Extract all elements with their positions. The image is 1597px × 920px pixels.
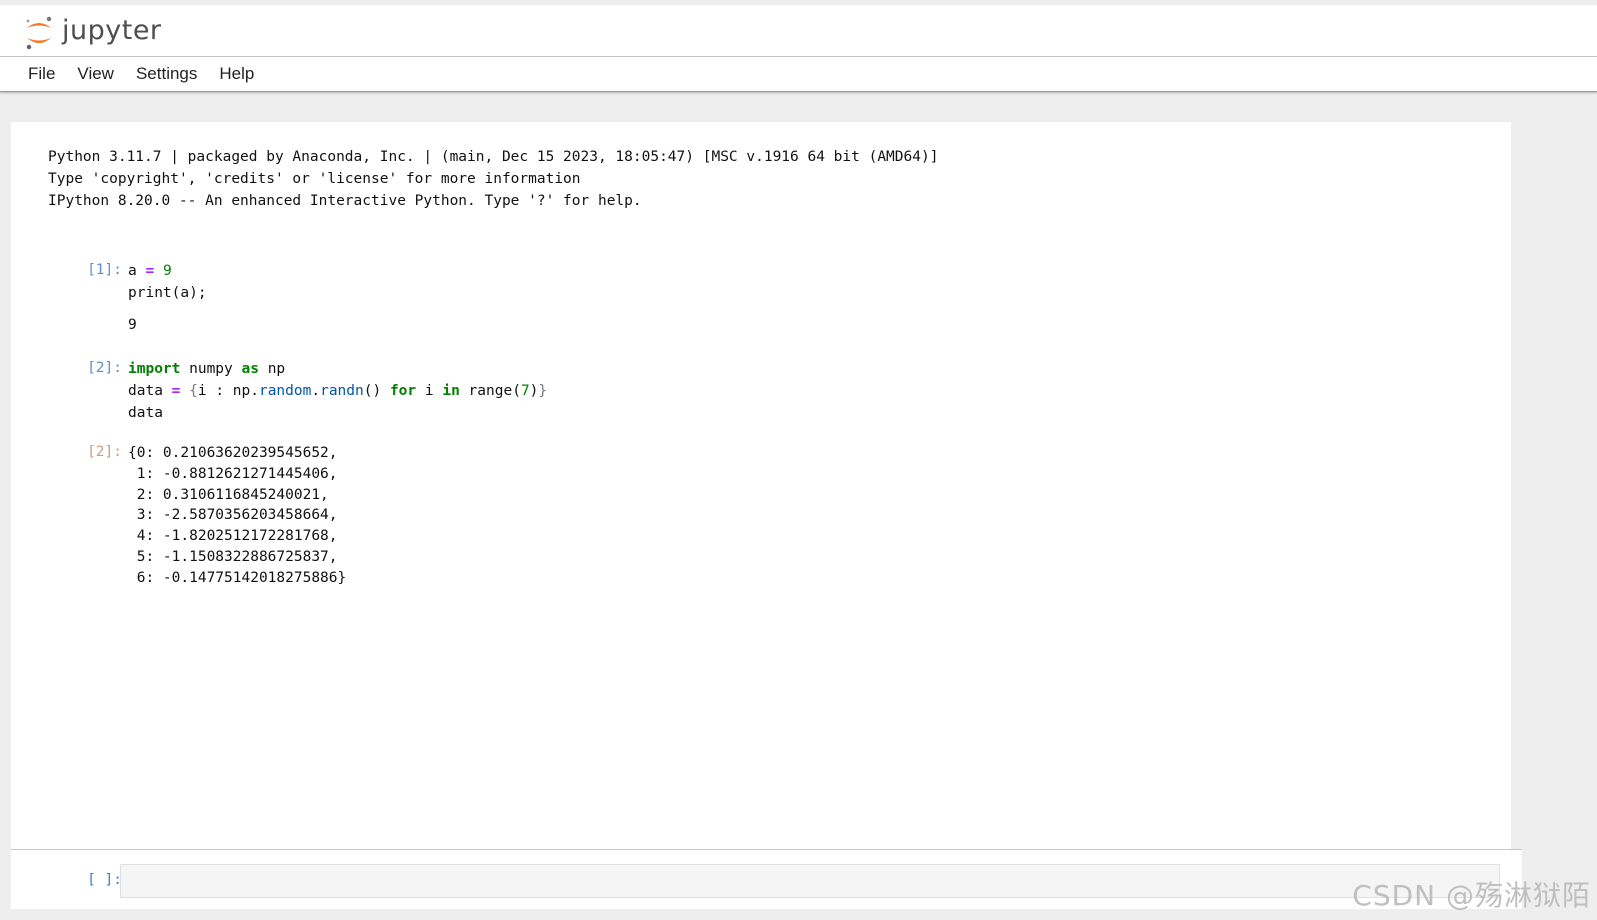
menu-settings[interactable]: Settings	[125, 57, 208, 91]
top-bar: jupyter	[0, 0, 1597, 57]
banner-line: Python 3.11.7 | packaged by Anaconda, In…	[48, 149, 939, 165]
menu-bar: File View Settings Help	[0, 57, 1597, 92]
console-output-panel: Python 3.11.7 | packaged by Anaconda, In…	[11, 122, 1511, 849]
output-line: {0: 0.21063620239545652,	[128, 445, 338, 461]
cell-output: {0: 0.21063620239545652, 1: -0.881262127…	[128, 443, 346, 589]
menu-view[interactable]: View	[66, 57, 125, 91]
cell-source: import numpy as np data = {i : np.random.…	[128, 361, 548, 421]
cell-source: a = 9 print(a);	[128, 263, 207, 301]
cell-output: 9	[128, 317, 137, 333]
console-banner: Python 3.11.7 | packaged by Anaconda, In…	[48, 146, 938, 212]
output-prompt: [2]:	[87, 444, 122, 460]
output-line: 3: -2.5870356203458664,	[128, 507, 338, 524]
output-line: 2: 0.3106116845240021,	[128, 486, 329, 503]
output-line: 4: -1.8202512172281768,	[128, 528, 338, 545]
console-input-area: [ ]:	[11, 849, 1522, 909]
input-prompt: [ ]:	[87, 872, 122, 888]
input-prompt: [2]:	[87, 360, 122, 376]
banner-line: IPython 8.20.0 -- An enhanced Interactiv…	[48, 193, 642, 209]
menu-help[interactable]: Help	[208, 57, 265, 91]
jupyter-logo-icon	[26, 16, 52, 50]
jupyter-logo[interactable]: jupyter	[24, 13, 162, 53]
output-line: 5: -1.1508322886725837,	[128, 548, 338, 565]
menu-file[interactable]: File	[17, 57, 66, 91]
logo-text: jupyter	[62, 14, 162, 46]
banner-line: Type 'copyright', 'credits' or 'license'…	[48, 171, 581, 187]
watermark: CSDN @殇淋狱陌	[1352, 879, 1591, 912]
output-line: 6: -0.14775142018275886}	[128, 569, 347, 586]
code-input-field[interactable]	[120, 864, 1500, 898]
input-prompt: [1]:	[87, 262, 122, 278]
output-line: 1: -0.8812621271445406,	[128, 465, 338, 482]
